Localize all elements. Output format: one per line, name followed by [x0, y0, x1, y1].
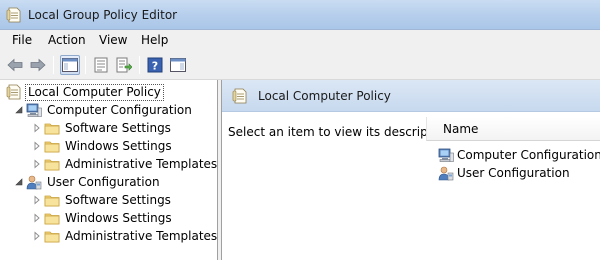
- expand-arrow-icon[interactable]: [32, 195, 42, 205]
- tree-item-label: Software Settings: [65, 192, 171, 207]
- tree-item-label: Computer Configuration: [47, 102, 192, 117]
- tree-item-label: Administrative Templates: [65, 156, 218, 171]
- menu-help[interactable]: Help: [139, 32, 170, 48]
- toolbar-separator: [139, 56, 140, 74]
- toolbar-separator: [85, 56, 86, 74]
- tree-item-software-settings[interactable]: Software Settings: [32, 191, 173, 209]
- tree-item-software-settings[interactable]: Software Settings: [32, 119, 173, 137]
- title-bar[interactable]: Local Group Policy Editor: [0, 0, 600, 30]
- list-item-label: Computer Configuration: [457, 148, 600, 162]
- gpedit-app-icon: [6, 7, 22, 23]
- help-button[interactable]: ?: [145, 55, 165, 75]
- back-button[interactable]: [5, 55, 25, 75]
- tree-item-windows-settings[interactable]: Windows Settings: [32, 137, 174, 155]
- svg-text:?: ?: [152, 60, 158, 73]
- tree-item-label: Windows Settings: [65, 210, 172, 225]
- show-hide-tree-button[interactable]: [60, 55, 80, 75]
- window-title: Local Group Policy Editor: [28, 8, 178, 22]
- menu-bar: File Action View Help: [0, 30, 600, 50]
- computer-icon: [26, 102, 42, 118]
- policy-document-icon: [6, 84, 22, 100]
- folder-icon: [44, 228, 60, 244]
- export-list-button[interactable]: [114, 55, 134, 75]
- forward-button[interactable]: [28, 55, 48, 75]
- show-action-pane-icon: [170, 58, 186, 72]
- expand-arrow-icon[interactable]: [32, 123, 42, 133]
- tree-item-user-configuration[interactable]: User Configuration: [14, 173, 162, 191]
- column-header-name[interactable]: Name: [426, 117, 600, 141]
- tree-pane[interactable]: Local Computer Policy Computer Configura…: [0, 80, 218, 260]
- details-header-title: Local Computer Policy: [258, 89, 391, 103]
- details-pane: Local Computer Policy Select an item to …: [222, 80, 600, 260]
- expand-arrow-icon[interactable]: [32, 213, 42, 223]
- toolbar-separator: [53, 56, 54, 74]
- toolbar: ?: [0, 50, 600, 80]
- expand-arrow-icon[interactable]: [32, 159, 42, 169]
- details-header: Local Computer Policy: [222, 80, 600, 112]
- forward-arrow-icon: [30, 58, 46, 72]
- description-text: Select an item to view its description.: [228, 125, 455, 139]
- folder-icon: [44, 156, 60, 172]
- list-item-label: User Configuration: [457, 166, 570, 180]
- tree-item-label: User Configuration: [47, 174, 160, 189]
- expand-arrow-icon[interactable]: [32, 141, 42, 151]
- tree-item-administrative-templates[interactable]: Administrative Templates: [32, 227, 219, 245]
- back-arrow-icon: [7, 58, 23, 72]
- folder-icon: [44, 192, 60, 208]
- tree-item-label: Local Computer Policy: [25, 83, 164, 101]
- tree-item-administrative-templates[interactable]: Administrative Templates: [32, 155, 219, 173]
- menu-action[interactable]: Action: [46, 32, 88, 48]
- show-action-pane-button[interactable]: [168, 55, 188, 75]
- folder-icon: [44, 138, 60, 154]
- folder-icon: [44, 120, 60, 136]
- properties-icon: [94, 57, 108, 73]
- tree-item-label: Windows Settings: [65, 138, 172, 153]
- tree-item-windows-settings[interactable]: Windows Settings: [32, 209, 174, 227]
- tree-item-label: Administrative Templates: [65, 228, 218, 243]
- tree-item-label: Software Settings: [65, 120, 171, 135]
- expand-arrow-icon[interactable]: [32, 231, 42, 241]
- list-item-computer-configuration[interactable]: Computer Configuration: [438, 146, 600, 164]
- tree-item-computer-configuration[interactable]: Computer Configuration: [14, 101, 194, 119]
- column-header-label: Name: [443, 122, 479, 136]
- list-item-user-configuration[interactable]: User Configuration: [438, 164, 570, 182]
- help-icon: ?: [147, 57, 163, 73]
- collapse-arrow-icon[interactable]: [14, 177, 24, 187]
- policy-document-icon: [232, 87, 248, 105]
- menu-file[interactable]: File: [10, 32, 34, 48]
- collapse-arrow-icon[interactable]: [14, 105, 24, 115]
- user-icon: [438, 165, 454, 181]
- tree-item-local-computer-policy[interactable]: Local Computer Policy: [6, 83, 164, 101]
- menu-view[interactable]: View: [97, 32, 129, 48]
- properties-button[interactable]: [91, 55, 111, 75]
- user-icon: [26, 174, 42, 190]
- folder-icon: [44, 210, 60, 226]
- export-list-icon: [116, 57, 132, 73]
- computer-icon: [438, 147, 454, 163]
- show-hide-tree-icon: [62, 58, 78, 72]
